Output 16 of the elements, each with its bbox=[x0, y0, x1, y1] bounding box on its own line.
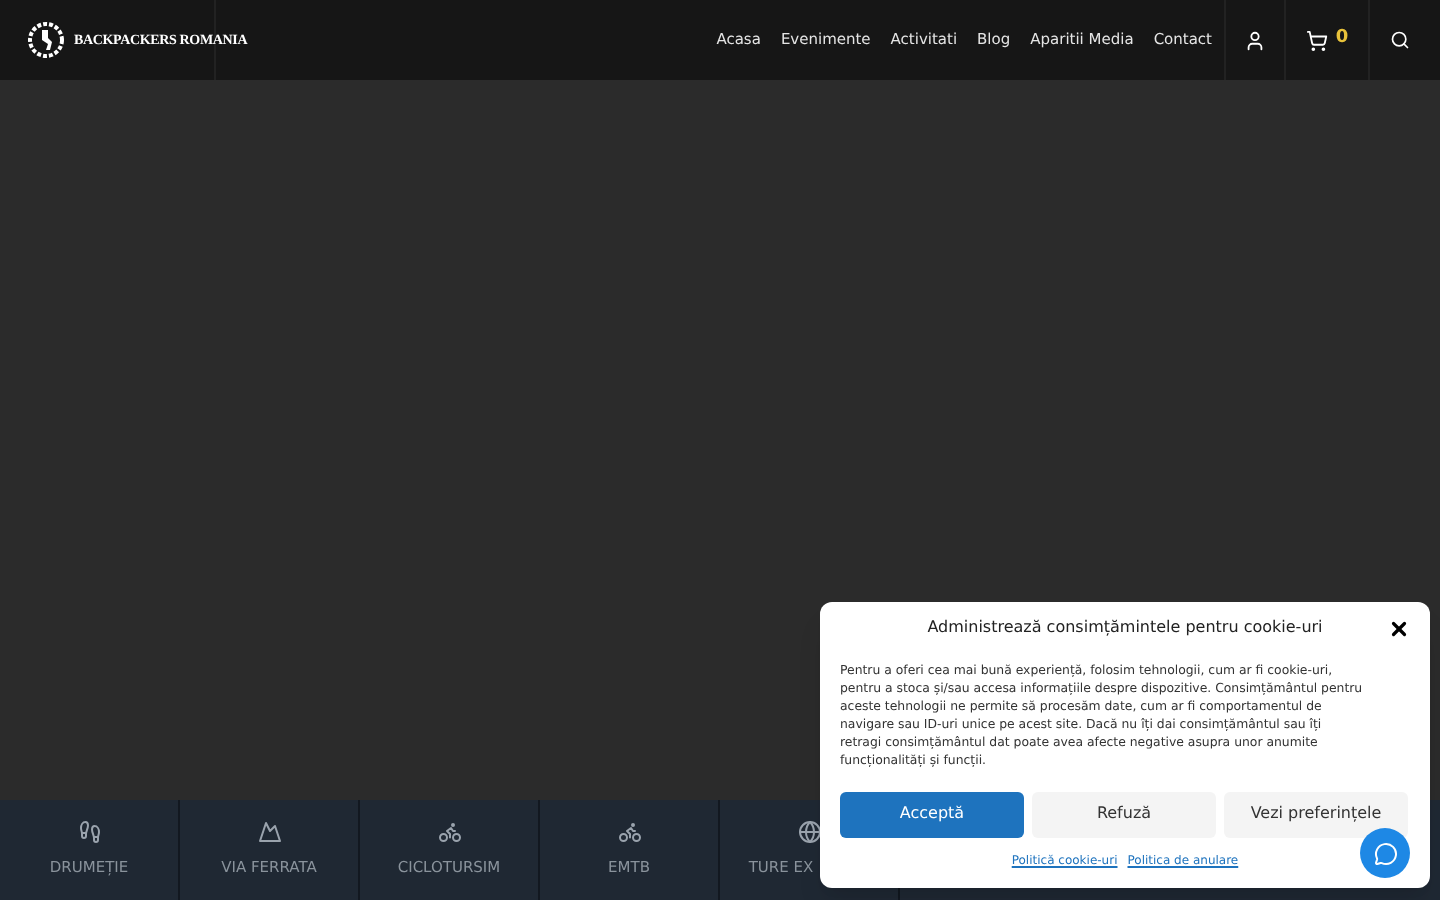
mountain-icon[interactable] bbox=[257, 820, 281, 845]
cart-count: 0 bbox=[1335, 26, 1349, 53]
secondary-button[interactable]: Refuză bbox=[1032, 791, 1216, 838]
search-icon[interactable] bbox=[1389, 30, 1409, 50]
cart-icon[interactable] bbox=[1305, 29, 1328, 51]
logo-icon bbox=[26, 20, 66, 60]
close-icon[interactable] bbox=[1388, 617, 1410, 639]
accept-button[interactable]: Acceptă bbox=[840, 791, 1024, 838]
footprints-icon[interactable] bbox=[77, 820, 101, 845]
globe-icon[interactable] bbox=[797, 820, 821, 845]
bike-icon[interactable] bbox=[617, 820, 641, 845]
bike-icon[interactable] bbox=[437, 820, 461, 845]
chat-icon bbox=[1373, 841, 1397, 865]
user-icon[interactable] bbox=[1244, 29, 1266, 51]
secondary-button[interactable]: Vezi preferințele bbox=[1224, 791, 1408, 838]
dialog-title: Administrează consimțămintele pentru cookie-uri bbox=[927, 616, 1323, 640]
